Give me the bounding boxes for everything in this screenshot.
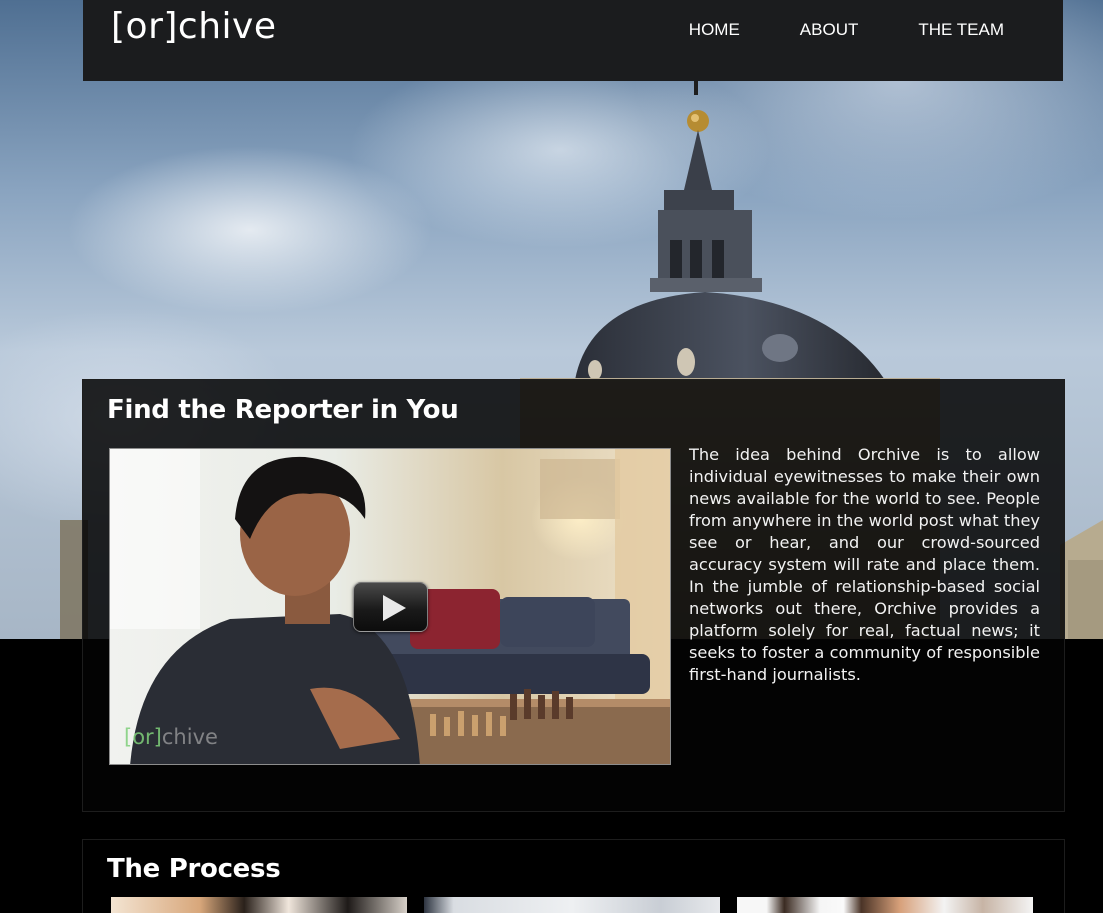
- play-button[interactable]: [353, 582, 428, 632]
- watermark-bracket-text: [or]: [124, 725, 162, 749]
- watermark-rest-text: chive: [161, 725, 218, 749]
- main-nav: HOME ABOUT THE TEAM: [659, 20, 1004, 40]
- process-image-3: [737, 897, 1033, 913]
- nav-about[interactable]: ABOUT: [770, 20, 889, 40]
- process-image-1: [111, 897, 407, 913]
- process-image-2: [424, 897, 720, 913]
- process-title: The Process: [107, 854, 281, 884]
- site-header: [or]chive HOME ABOUT THE TEAM: [83, 0, 1063, 81]
- play-icon: [383, 595, 406, 621]
- video-player[interactable]: [or]chive: [109, 448, 671, 765]
- nav-home[interactable]: HOME: [659, 20, 770, 40]
- intro-section: Find the Reporter in You [or]chive The i…: [82, 379, 1065, 812]
- intro-title: Find the Reporter in You: [107, 395, 459, 425]
- intro-description: The idea behind Orchive is to allow indi…: [689, 445, 1040, 684]
- site-logo[interactable]: [or]chive: [111, 6, 276, 47]
- nav-the-team[interactable]: THE TEAM: [888, 20, 1004, 40]
- video-watermark: [or]chive: [124, 725, 218, 749]
